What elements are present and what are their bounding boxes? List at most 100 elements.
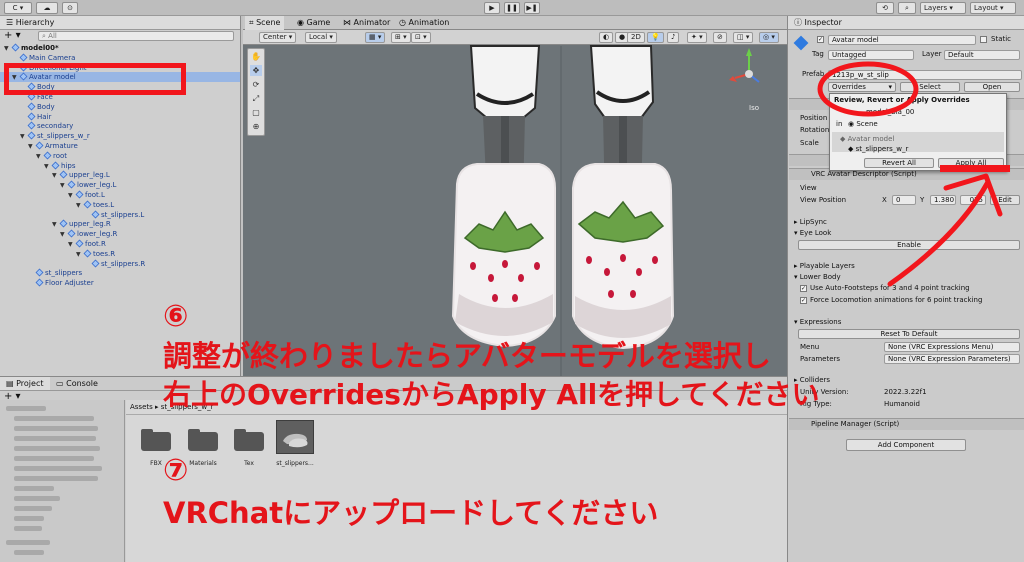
hand-tool-icon[interactable]: ✋ (250, 51, 262, 62)
tree-row[interactable] (14, 416, 94, 421)
step-button[interactable]: ▶❚ (524, 2, 540, 14)
pivot-dropdown[interactable]: Center ▾ (259, 32, 297, 43)
eyelook-foldout[interactable]: ▾ Eye Look (794, 229, 831, 238)
hierarchy-row[interactable]: ▼ toes.L (0, 200, 240, 210)
view-z-field[interactable]: 075 (960, 195, 986, 205)
object-name-field[interactable]: Avatar model (828, 35, 976, 45)
snap-settings-icon[interactable]: ⊡ ▾ (411, 32, 431, 43)
pipeline-manager-header[interactable]: Pipeline Manager (Script) (789, 418, 1024, 430)
lipsync-foldout[interactable]: ▸ LipSync (794, 218, 827, 227)
hierarchy-row[interactable]: ▼ upper_leg.R (0, 219, 240, 229)
edit-view-button[interactable]: Edit (990, 195, 1020, 205)
hierarchy-row[interactable]: Body (0, 102, 240, 112)
tree-row[interactable] (14, 516, 44, 521)
hierarchy-row[interactable]: ▼ foot.R (0, 239, 240, 249)
hierarchy-row[interactable]: ▼ lower_leg.R (0, 229, 240, 239)
tab-project[interactable]: ▤ Project (0, 377, 50, 391)
draw-mode-icon[interactable]: ◐ (599, 32, 614, 43)
tree-row[interactable] (14, 550, 44, 555)
hierarchy-row[interactable]: ▼ foot.L (0, 190, 240, 200)
hierarchy-row[interactable]: ▼ toes.R (0, 249, 240, 259)
force-locomotion-checkbox[interactable]: ✓ (800, 297, 807, 304)
effects-icon[interactable]: ✦ ▾ (687, 32, 707, 43)
snap-increment-icon[interactable]: ⊞ ▾ (391, 32, 411, 43)
history-icon[interactable]: ⟲ (876, 2, 894, 14)
view-x-field[interactable]: 0 (892, 195, 916, 205)
rotate-tool-icon[interactable]: ⟳ (250, 79, 262, 90)
folder-icon[interactable] (141, 429, 171, 451)
tree-row[interactable] (6, 540, 50, 545)
expressions-menu-field[interactable]: None (VRC Expressions Menu) (884, 342, 1020, 352)
hierarchy-row[interactable]: st_slippers.R (0, 259, 240, 269)
revert-all-button[interactable]: Revert All (864, 158, 934, 168)
hierarchy-row[interactable]: ▼ model00* (0, 43, 240, 53)
account-dropdown[interactable]: C ▾ (4, 2, 32, 14)
tree-row[interactable] (6, 406, 46, 411)
overrides-dropdown[interactable]: Overrides ▾ (828, 82, 896, 92)
tree-row[interactable] (14, 496, 60, 501)
folder-icon[interactable] (188, 429, 218, 451)
cloud-icon[interactable]: ☁ (36, 2, 58, 14)
gizmos-icon[interactable]: ◎ ▾ (759, 32, 779, 43)
enable-eyelook-button[interactable]: Enable (798, 240, 1020, 250)
hierarchy-row[interactable]: Floor Adjuster (0, 278, 240, 288)
hierarchy-tab[interactable]: ☰ Hierarchy (0, 16, 240, 30)
select-button[interactable]: Select (900, 82, 960, 92)
open-button[interactable]: Open (964, 82, 1020, 92)
expressions-foldout[interactable]: ▾ Expressions (794, 318, 841, 327)
reset-default-button[interactable]: Reset To Default (798, 329, 1020, 339)
inspector-tab[interactable]: ⓘ Inspector (788, 16, 1024, 30)
tab-animation[interactable]: ◷ Animation (395, 16, 453, 30)
search-icon[interactable]: ⌕ (898, 2, 916, 14)
hierarchy-row[interactable]: ▼ upper_leg.L (0, 170, 240, 180)
hierarchy-row[interactable]: st_slippers (0, 268, 240, 278)
hierarchy-row[interactable]: secondary (0, 121, 240, 131)
popup-slippers-row[interactable]: ◆ st_slippers_w_r (848, 145, 908, 154)
hidden-objects-icon[interactable]: ⊘ (713, 32, 727, 43)
rect-tool-icon[interactable]: ▢ (250, 107, 262, 118)
tree-row[interactable] (14, 486, 54, 491)
tab-animator[interactable]: ⋈ Animator (339, 16, 394, 30)
view-y-field[interactable]: 1.380 (930, 195, 956, 205)
hierarchy-row[interactable]: ▼ st_slippers_w_r (0, 131, 240, 141)
grid-snap-icon[interactable]: ▦ ▾ (365, 32, 386, 43)
tree-row[interactable] (14, 476, 98, 481)
scale-tool-icon[interactable]: ⤢ (250, 93, 262, 104)
collab-icon[interactable]: ⊙ (62, 2, 78, 14)
active-checkbox[interactable]: ✓ (817, 36, 824, 43)
lighting-icon[interactable]: 💡 (647, 32, 664, 43)
hierarchy-row[interactable]: ▼ hips (0, 161, 240, 171)
tag-dropdown[interactable]: Untagged (828, 50, 914, 60)
playable-layers-foldout[interactable]: ▸ Playable Layers (794, 262, 855, 271)
folder-icon[interactable] (234, 429, 264, 451)
add-component-button[interactable]: Add Component (846, 439, 966, 451)
prefab-asset-field[interactable]: 1213p_w_st_slip (828, 70, 1022, 80)
auto-footsteps-checkbox[interactable]: ✓ (800, 285, 807, 292)
static-checkbox[interactable] (980, 36, 987, 43)
hierarchy-row[interactable]: Main Camera (0, 53, 240, 63)
hierarchy-row[interactable]: ▼ lower_leg.L (0, 180, 240, 190)
tree-row[interactable] (14, 436, 96, 441)
audio-icon[interactable]: ♪ (667, 32, 680, 43)
hierarchy-row[interactable]: ▼ Armature (0, 141, 240, 151)
tab-scene[interactable]: ⌗ Scene (245, 16, 285, 30)
move-tool-icon[interactable]: ✥ (250, 65, 262, 76)
transform-tool-icon[interactable]: ⊕ (250, 121, 262, 132)
layers-dropdown[interactable]: Layers ▾ (920, 2, 966, 14)
tree-row[interactable] (14, 426, 98, 431)
popup-avatar-row[interactable]: ◆ Avatar model (840, 135, 894, 144)
tree-row[interactable] (14, 466, 102, 471)
camera-icon[interactable]: ◫ ▾ (733, 32, 754, 43)
tree-row[interactable] (14, 526, 42, 531)
play-button[interactable]: ▶ (484, 2, 500, 14)
expressions-params-field[interactable]: None (VRC Expression Parameters) (884, 354, 1020, 364)
hierarchy-row[interactable]: Hair (0, 112, 240, 122)
hierarchy-row[interactable]: ▼ root (0, 151, 240, 161)
apply-all-button[interactable]: Apply All (938, 158, 1004, 168)
lower-body-foldout[interactable]: ▾ Lower Body (794, 273, 841, 282)
tree-row[interactable] (14, 446, 100, 451)
tree-row[interactable] (14, 456, 94, 461)
mode-2d-button[interactable]: 2D (627, 32, 645, 43)
scene-view[interactable]: Iso (243, 16, 787, 376)
space-dropdown[interactable]: Local ▾ (305, 32, 337, 43)
